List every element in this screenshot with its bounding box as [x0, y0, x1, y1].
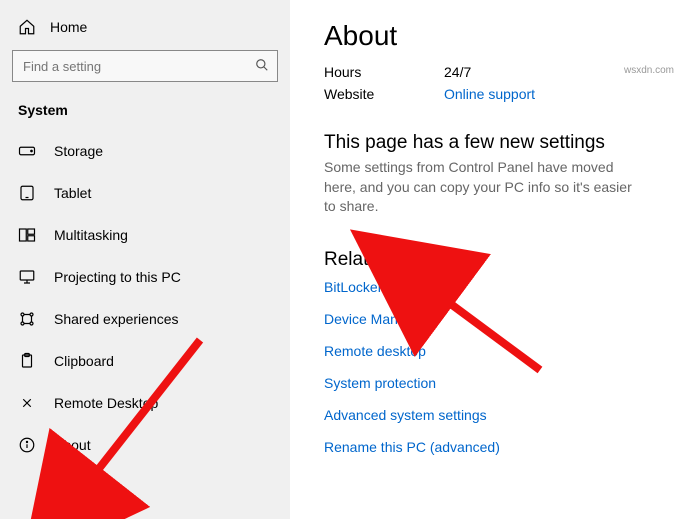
about-icon	[18, 436, 36, 454]
search-field[interactable]	[21, 58, 255, 75]
sidebar-category-label: System	[0, 94, 290, 124]
search-icon	[255, 58, 269, 75]
related-link-bitlocker[interactable]: BitLocker settings	[324, 279, 435, 295]
related-link-device-manager[interactable]: Device Manager	[324, 311, 426, 327]
multitasking-icon	[18, 226, 36, 244]
related-settings-title: Related settings	[324, 249, 650, 271]
support-website-label: Website	[324, 86, 444, 102]
sidebar-item-multitasking[interactable]: Multitasking	[0, 214, 290, 256]
sidebar-home[interactable]: Home	[0, 12, 290, 46]
sidebar-item-label: Remote Desktop	[54, 395, 158, 411]
related-link-system-protection[interactable]: System protection	[324, 375, 436, 391]
sidebar-item-label: Tablet	[54, 185, 91, 201]
sidebar-item-label: Clipboard	[54, 353, 114, 369]
sidebar-item-remote-desktop[interactable]: Remote Desktop	[0, 382, 290, 424]
support-website-row: Website Online support	[324, 86, 650, 102]
support-hours-label: Hours	[324, 64, 444, 80]
support-hours-row: Hours 24/7	[324, 64, 650, 80]
sidebar-item-about[interactable]: About	[0, 424, 290, 466]
watermark: wsxdn.com	[624, 65, 674, 76]
sidebar: Home System Storage Tablet	[0, 0, 290, 519]
sidebar-item-label: Storage	[54, 143, 103, 159]
shared-experiences-icon	[18, 310, 36, 328]
sidebar-item-tablet[interactable]: Tablet	[0, 172, 290, 214]
storage-icon	[18, 142, 36, 160]
related-link-advanced-system-settings[interactable]: Advanced system settings	[324, 407, 487, 423]
sidebar-item-label: Shared experiences	[54, 311, 179, 327]
tablet-icon	[18, 184, 36, 202]
newsettings-title: This page has a few new settings	[324, 132, 650, 154]
sidebar-item-label: Multitasking	[54, 227, 128, 243]
search-input[interactable]	[12, 50, 278, 82]
related-settings-list: BitLocker settings Device Manager Remote…	[324, 279, 650, 471]
sidebar-item-storage[interactable]: Storage	[0, 130, 290, 172]
content-pane: About Hours 24/7 Website Online support …	[290, 0, 680, 519]
sidebar-item-projecting[interactable]: Projecting to this PC	[0, 256, 290, 298]
sidebar-nav-list: Storage Tablet Multitasking Projecting t…	[0, 130, 290, 466]
sidebar-item-shared-experiences[interactable]: Shared experiences	[0, 298, 290, 340]
sidebar-item-label: Projecting to this PC	[54, 269, 181, 285]
remote-desktop-icon	[18, 394, 36, 412]
sidebar-home-label: Home	[50, 19, 87, 35]
support-website-link[interactable]: Online support	[444, 86, 535, 102]
home-icon	[18, 18, 36, 36]
clipboard-icon	[18, 352, 36, 370]
support-hours-value: 24/7	[444, 64, 471, 80]
sidebar-item-label: About	[54, 437, 91, 453]
page-title: About	[324, 20, 650, 52]
sidebar-item-clipboard[interactable]: Clipboard	[0, 340, 290, 382]
newsettings-desc: Some settings from Control Panel have mo…	[324, 158, 634, 217]
related-link-rename-pc[interactable]: Rename this PC (advanced)	[324, 439, 500, 455]
projecting-icon	[18, 268, 36, 286]
related-link-remote-desktop[interactable]: Remote desktop	[324, 343, 426, 359]
